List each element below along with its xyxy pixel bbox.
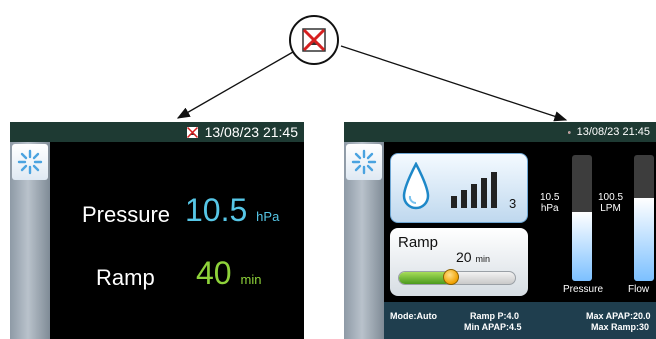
pressure-value-group: 10.5 hPa bbox=[185, 192, 279, 229]
ramp-unit: min bbox=[240, 272, 262, 287]
settings-summary-bar: Mode:Auto Ramp P:4.0 Min APAP:4.5 Max AP… bbox=[384, 302, 656, 339]
ramp-unit: min bbox=[475, 254, 490, 264]
ramp-value: 20 bbox=[456, 249, 472, 265]
callout-magnified-icon bbox=[289, 15, 339, 65]
flow-gauge-value: 100.5 bbox=[598, 192, 624, 203]
pressure-gauge-value: 10.5 bbox=[540, 192, 560, 203]
status-bar: 13/08/23 21:45 bbox=[10, 122, 304, 142]
date-time: 13/08/23 21:45 bbox=[576, 126, 650, 138]
humidity-level: 3 bbox=[509, 196, 517, 211]
ramp-label: Ramp bbox=[96, 265, 155, 290]
flow-gauge-caption: Flow bbox=[628, 284, 650, 295]
ramp-value-group: 20 min bbox=[456, 249, 490, 265]
pressure-gauge-unit: hPa bbox=[540, 203, 559, 214]
status-bar: 13/08/23 21:45 bbox=[344, 122, 656, 142]
menu-button[interactable] bbox=[346, 144, 382, 180]
humidifier-off-icon bbox=[302, 28, 326, 52]
arrow-to-left-screen bbox=[176, 51, 294, 119]
menu-button[interactable] bbox=[12, 144, 48, 180]
signal-bars-icon bbox=[451, 172, 497, 208]
flow-gauge-readout: 100.5 LPM bbox=[598, 192, 623, 214]
flow-gauge-fill bbox=[634, 197, 654, 281]
humidifier-off-icon bbox=[568, 130, 571, 134]
min-apap-text: Min APAP:4.5 bbox=[464, 322, 522, 332]
pressure-gauge-readout: 10.5 hPa bbox=[540, 192, 559, 214]
humidifier-button[interactable]: 3 bbox=[390, 153, 528, 223]
device-screen-simple: 13/08/23 21:45 Pressure 10.5 hPa Ramp 40… bbox=[10, 122, 304, 339]
ramp-slider-knob[interactable] bbox=[443, 269, 460, 285]
pressure-gauge bbox=[572, 155, 592, 281]
ramp-pressure-text: Ramp P:4.0 bbox=[470, 311, 520, 321]
mode-text: Mode:Auto bbox=[390, 311, 437, 321]
pressure-gauge-caption: Pressure bbox=[563, 284, 604, 295]
pressure-value: 10.5 bbox=[185, 192, 248, 228]
humidifier-off-icon bbox=[186, 126, 198, 138]
pressure-gauge-fill bbox=[572, 211, 592, 281]
arrow-to-right-screen bbox=[340, 45, 568, 122]
flow-gauge-unit: LPM bbox=[600, 203, 621, 214]
ramp-title: Ramp bbox=[398, 234, 439, 251]
snowflake-menu-icon bbox=[351, 149, 377, 175]
pressure-label: Pressure bbox=[82, 202, 171, 227]
date-time: 13/08/23 21:45 bbox=[204, 124, 298, 140]
pressure-unit: hPa bbox=[256, 209, 280, 224]
ramp-value-group: 40 min bbox=[196, 255, 261, 292]
flow-gauge bbox=[634, 155, 654, 281]
max-ramp-text: Max Ramp:30 bbox=[591, 322, 650, 332]
ramp-button[interactable]: Ramp 20 min bbox=[390, 228, 528, 296]
water-drop-icon bbox=[402, 162, 430, 210]
max-apap-text: Max APAP:20.0 bbox=[586, 311, 651, 321]
ramp-value: 40 bbox=[196, 255, 232, 291]
snowflake-menu-icon bbox=[17, 149, 43, 175]
device-screen-detailed: 13/08/23 21:45 3 Ramp 20 min 10.5 hPa Pr… bbox=[344, 122, 656, 339]
